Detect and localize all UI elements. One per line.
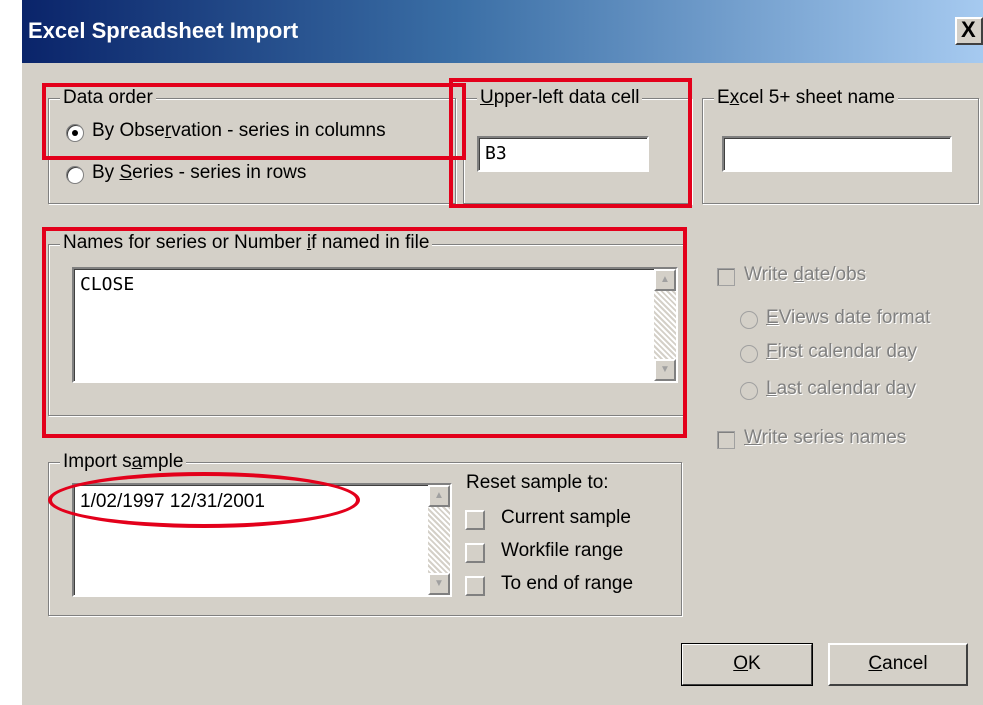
radio-last-calendar-day[interactable] <box>740 382 758 400</box>
cancel-button[interactable]: Cancel <box>828 643 968 686</box>
highlight-upper-left-cell <box>449 78 692 208</box>
radio-eviews-date-format[interactable] <box>740 311 758 329</box>
reset-workfile-range-label[interactable]: Workfile range <box>501 540 623 562</box>
reset-current-sample-label[interactable]: Current sample <box>501 507 631 529</box>
write-series-names-checkbox[interactable] <box>717 431 735 449</box>
close-button[interactable]: X <box>955 17 983 45</box>
write-date-checkbox[interactable] <box>717 268 735 286</box>
excel-import-dialog: Excel Spreadsheet Import X Data order By… <box>22 0 983 705</box>
import-sample-legend: Import sample <box>60 451 187 473</box>
radio-first-calendar-day[interactable] <box>740 345 758 363</box>
reset-end-of-range-button[interactable] <box>465 576 485 596</box>
eviews-date-format-label: EViews date format <box>766 307 931 328</box>
title-bar[interactable]: Excel Spreadsheet Import X <box>22 0 983 63</box>
reset-current-sample-button[interactable] <box>465 510 485 530</box>
write-series-names-label: Write series names <box>744 427 907 448</box>
reset-workfile-range-button[interactable] <box>465 543 485 563</box>
close-icon: X <box>961 17 976 42</box>
highlight-series-names <box>42 227 687 438</box>
first-calendar-day-label: First calendar day <box>766 341 918 362</box>
ok-button[interactable]: OK <box>681 643 813 686</box>
reset-sample-label: Reset sample to: <box>466 472 609 493</box>
radio-label-by-series[interactable]: By Series - series in rows <box>92 162 306 184</box>
highlight-import-sample <box>48 472 360 528</box>
scroll-up-button[interactable]: ▲ <box>428 485 450 507</box>
scroll-down-button[interactable]: ▼ <box>428 573 450 595</box>
last-calendar-day-label: Last calendar day <box>766 378 916 399</box>
sheet-name-input[interactable] <box>722 136 952 172</box>
write-date-label: Write date/obs <box>744 264 867 285</box>
dialog-title: Excel Spreadsheet Import <box>28 18 299 43</box>
highlight-data-order <box>42 83 466 160</box>
import-sample-scrollbar[interactable]: ▲ ▼ <box>428 485 450 595</box>
reset-end-of-range-label[interactable]: To end of range <box>501 573 633 595</box>
sheet-name-legend: Excel 5+ sheet name <box>714 87 898 109</box>
radio-button-by-series[interactable] <box>66 166 84 184</box>
